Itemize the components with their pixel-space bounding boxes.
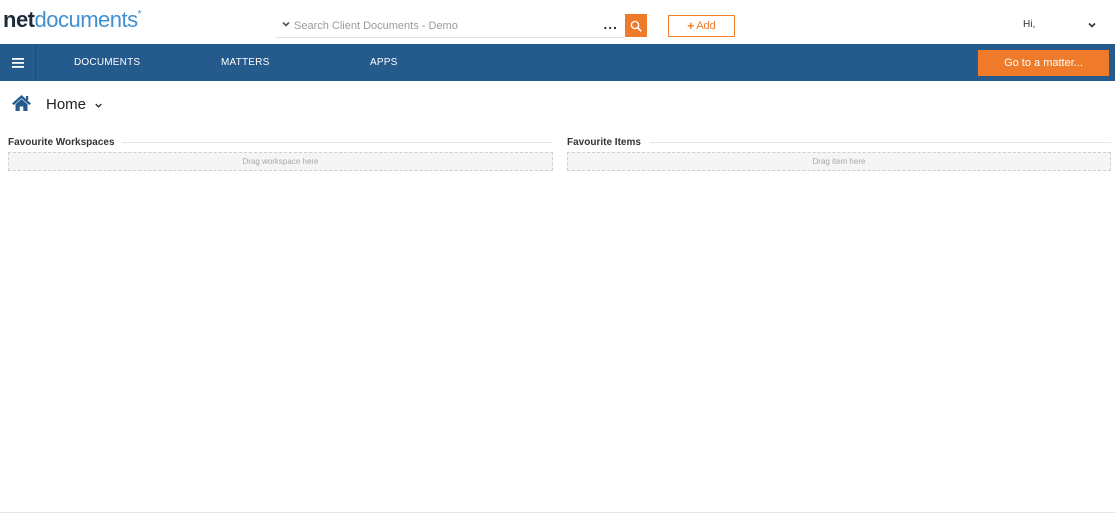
- section-divider: [122, 142, 553, 143]
- nav-item-apps[interactable]: APPS: [370, 57, 397, 68]
- user-menu-chevron-down-icon[interactable]: [1087, 20, 1097, 30]
- add-button[interactable]: + Add: [668, 15, 735, 37]
- menu-button[interactable]: [0, 44, 36, 81]
- add-button-label: Add: [696, 20, 716, 32]
- favourite-workspaces-drop-zone[interactable]: Drag workspace here: [8, 152, 553, 171]
- hamburger-menu-icon: [11, 57, 24, 68]
- search-options-more-button[interactable]: ...: [603, 16, 618, 32]
- search-bar: ...: [276, 14, 624, 38]
- search-button[interactable]: [625, 14, 647, 37]
- go-to-matter-button[interactable]: Go to a matter...: [978, 50, 1109, 76]
- app-window: netdocuments* ... + Add Hi,: [0, 0, 1115, 514]
- favourite-items-title: Favourite Items: [567, 137, 641, 148]
- page-title: Home: [46, 96, 87, 113]
- nav-item-matters[interactable]: MATTERS: [221, 57, 269, 68]
- top-header: netdocuments* ... + Add Hi,: [0, 0, 1115, 44]
- favourite-items-drop-zone[interactable]: Drag item here: [567, 152, 1111, 171]
- user-greeting[interactable]: Hi,: [1023, 19, 1035, 30]
- section-divider: [650, 142, 1111, 143]
- plus-icon: +: [687, 19, 695, 33]
- search-icon: [630, 20, 642, 32]
- favourite-workspaces-title: Favourite Workspaces: [8, 137, 115, 148]
- page-title-chevron-down-icon[interactable]: [94, 101, 103, 110]
- home-icon[interactable]: [11, 94, 32, 112]
- logo-text-net: net: [3, 7, 35, 32]
- bottom-divider: [0, 512, 1115, 513]
- logo-mark: *: [137, 9, 142, 20]
- main-nav-bar: DOCUMENTS MATTERS APPS: [0, 44, 1115, 81]
- search-input[interactable]: [294, 16, 594, 36]
- nav-item-documents[interactable]: DOCUMENTS: [74, 57, 140, 68]
- logo-text-documents: documents: [34, 7, 139, 32]
- search-scope-chevron-down-icon[interactable]: [281, 19, 291, 29]
- netdocuments-logo[interactable]: netdocuments*: [3, 7, 142, 33]
